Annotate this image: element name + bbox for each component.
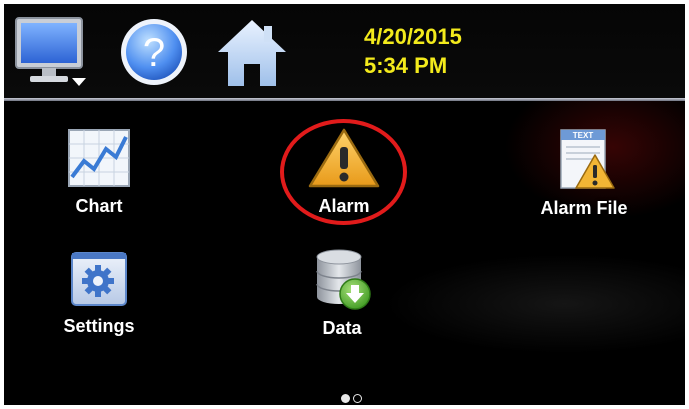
top-bar-divider <box>4 98 685 101</box>
page-dot-2[interactable] <box>353 394 362 403</box>
app-alarm-file[interactable]: TEXT Alarm File <box>529 127 639 219</box>
app-chart-label: Chart <box>75 196 123 216</box>
device-screen: ? 4/20/2015 5:34 PM Chart Alarm TEXT Ala… <box>4 4 685 405</box>
gear-icon <box>49 247 149 314</box>
chart-icon <box>54 127 144 194</box>
page-indicator[interactable] <box>341 394 362 403</box>
file-badge-text: TEXT <box>573 131 594 140</box>
monitor-icon[interactable] <box>14 16 90 90</box>
app-alarm-file-label: Alarm File <box>540 198 628 218</box>
date-time-display: 4/20/2015 5:34 PM <box>364 22 462 80</box>
app-settings-label: Settings <box>63 316 135 336</box>
alarm-file-icon: TEXT <box>529 127 639 196</box>
app-data[interactable]: Data <box>297 247 387 339</box>
database-download-icon <box>297 247 387 316</box>
app-data-label: Data <box>322 318 362 338</box>
time-text: 5:34 PM <box>364 53 448 78</box>
help-glyph: ? <box>143 31 165 75</box>
app-chart[interactable]: Chart <box>54 127 144 217</box>
home-icon[interactable] <box>216 16 288 90</box>
top-bar: ? 4/20/2015 5:34 PM <box>4 4 685 98</box>
alarm-highlight-ring <box>280 119 407 225</box>
page-dot-1[interactable] <box>341 394 350 403</box>
background-image-lower <box>384 254 685 354</box>
app-settings[interactable]: Settings <box>49 247 149 337</box>
help-icon[interactable]: ? <box>118 16 190 88</box>
date-text: 4/20/2015 <box>364 24 462 49</box>
